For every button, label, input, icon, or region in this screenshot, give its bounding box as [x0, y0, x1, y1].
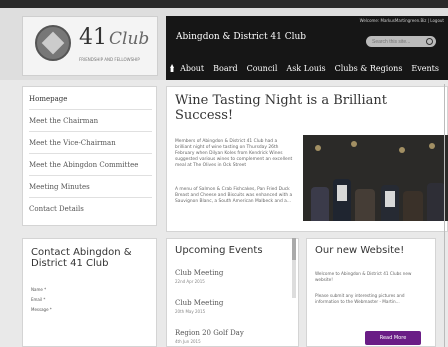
divider	[29, 153, 152, 154]
read-more-button[interactable]: Read More	[365, 331, 421, 345]
divider	[29, 109, 152, 110]
article-title[interactable]: Wine Tasting Night is a Brilliant Succes…	[175, 93, 415, 123]
sidebar-item-homepage[interactable]: Homepage	[29, 95, 67, 103]
search-icon[interactable]	[426, 38, 433, 45]
featured-article: Wine Tasting Night is a Brilliant Succes…	[166, 86, 448, 232]
nav-about[interactable]: About	[180, 64, 204, 73]
divider	[29, 197, 152, 198]
welcome-text[interactable]: Welcome: MarkusMartingreen.Biz | Logout	[360, 18, 444, 23]
website-text-2: Please submit any interesting pictures a…	[315, 293, 405, 304]
event-name[interactable]: Region 20 Golf Day	[175, 329, 244, 337]
name-field-label[interactable]: Name *	[31, 287, 46, 292]
divider	[29, 131, 152, 132]
logo-tagline: FRIENDSHIP AND FELLOWSHIP	[79, 57, 140, 62]
new-website-panel: Our new Website! Welcome to Abingdon & D…	[306, 238, 436, 347]
event-name[interactable]: Club Meeting	[175, 269, 223, 277]
page-edge-divider	[444, 84, 445, 347]
nav-clubs-regions[interactable]: Clubs & Regions	[335, 64, 403, 73]
event-date: 22nd Apr 2015	[175, 279, 205, 284]
sidebar-item-chairman[interactable]: Meet the Chairman	[29, 117, 98, 125]
message-field-label[interactable]: Message *	[31, 307, 52, 312]
event-name[interactable]: Club Meeting	[175, 299, 223, 307]
compass-emblem-icon	[35, 25, 71, 61]
contact-title: Contact Abingdon & District 41 Club	[31, 247, 132, 269]
nav-ask-louis[interactable]: Ask Louis	[286, 64, 325, 73]
top-strip	[0, 0, 448, 8]
logo-word: Club	[109, 29, 150, 49]
site-header: 41 Club FRIENDSHIP AND FELLOWSHIP Welcom…	[0, 8, 448, 80]
site-title[interactable]: Abingdon & District 41 Club	[176, 32, 306, 42]
sidebar-item-committee[interactable]: Meet the Abingdon Committee	[29, 161, 138, 169]
event-date: 20th May 2015	[175, 309, 206, 314]
nav-council[interactable]: Council	[247, 64, 278, 73]
website-title: Our new Website!	[315, 245, 405, 256]
email-field-label[interactable]: Email *	[31, 297, 45, 302]
events-scrollbar[interactable]	[292, 238, 296, 298]
sidebar-item-contact[interactable]: Contact Details	[29, 205, 84, 213]
main-nav: About Board Council Ask Louis Clubs & Re…	[166, 56, 448, 80]
logo-number: 41	[79, 25, 107, 50]
events-title: Upcoming Events	[175, 245, 263, 256]
article-body-2: A menu of Salmon & Crab Fishcakes, Pan F…	[175, 187, 293, 204]
article-photo[interactable]	[303, 135, 448, 221]
sidebar-item-vice-chairman[interactable]: Meet the Vice-Chairman	[29, 139, 116, 147]
header-bar: Welcome: MarkusMartingreen.Biz | Logout …	[166, 16, 448, 80]
nav-board[interactable]: Board	[213, 64, 237, 73]
website-text: Welcome to Abingdon & District 41 Clubs …	[315, 271, 412, 282]
sidebar-menu: Homepage Meet the Chairman Meet the Vice…	[22, 86, 157, 226]
sidebar-item-minutes[interactable]: Meeting Minutes	[29, 183, 90, 191]
nav-events[interactable]: Events	[411, 64, 439, 73]
divider	[29, 175, 152, 176]
contact-form-panel: Contact Abingdon & District 41 Club Name…	[22, 238, 157, 347]
article-body: Members of Abingdon & District 41 Club h…	[175, 139, 293, 168]
home-icon[interactable]	[170, 64, 175, 72]
club-logo[interactable]: 41 Club FRIENDSHIP AND FELLOWSHIP	[22, 16, 158, 76]
event-date: 4th Jun 2015	[175, 339, 201, 344]
upcoming-events-panel: Upcoming Events Club Meeting 22nd Apr 20…	[166, 238, 299, 347]
